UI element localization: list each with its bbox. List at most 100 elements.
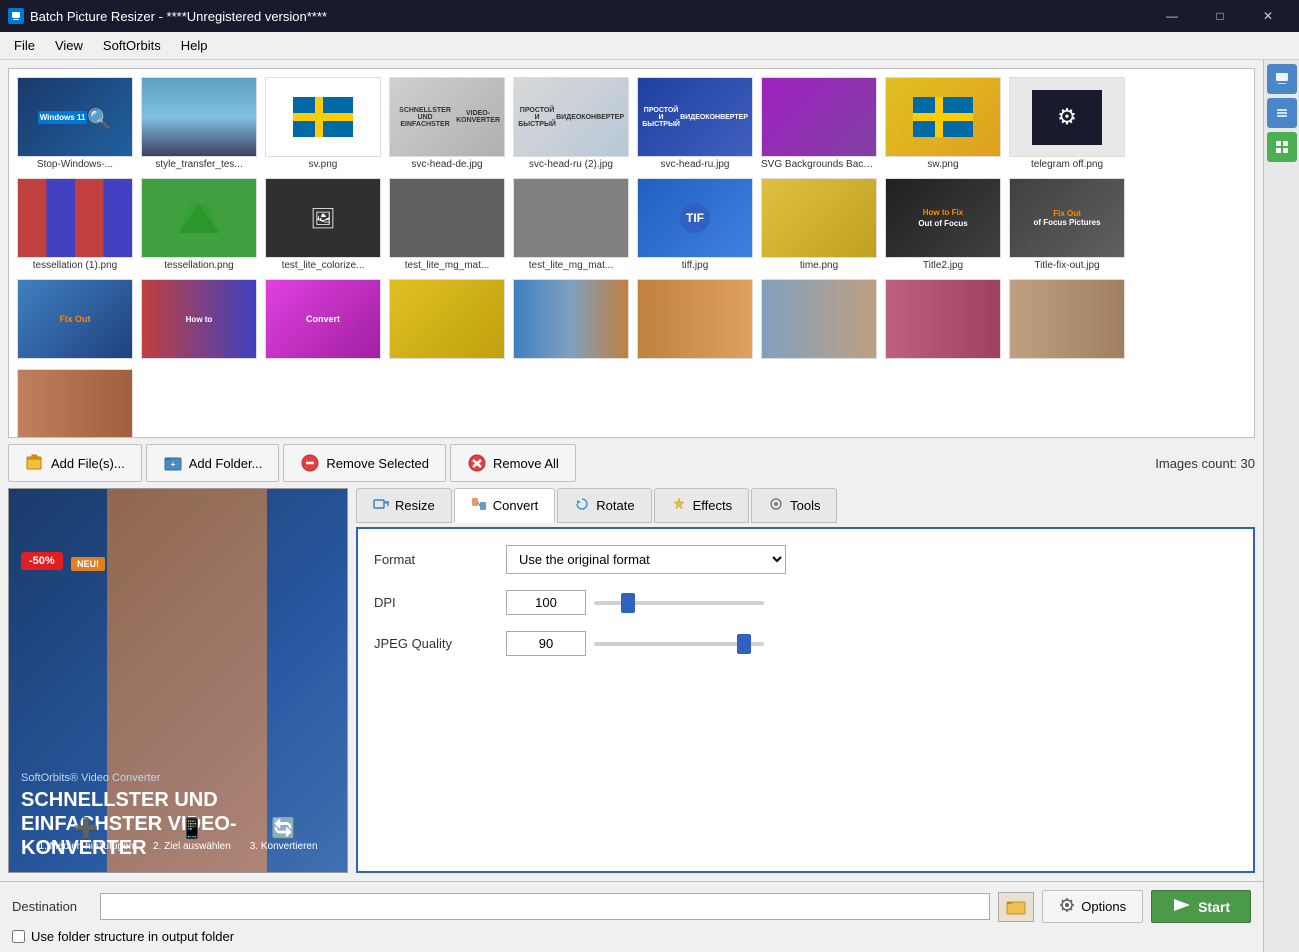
tab-resize[interactable]: Resize — [356, 488, 452, 523]
destination-browse-button[interactable] — [998, 892, 1034, 922]
images-count: Images count: 30 — [1155, 456, 1255, 471]
thumbnail — [1009, 279, 1125, 359]
list-item[interactable]: sw.png — [883, 75, 1003, 172]
list-item[interactable]: style_transfer_tes... — [139, 75, 259, 172]
jpeg-quality-slider-track[interactable] — [594, 634, 764, 654]
thumbnail — [885, 77, 1001, 157]
close-button[interactable]: ✕ — [1245, 0, 1291, 32]
format-select[interactable]: Use the original format JPEG PNG BMP TIF… — [506, 545, 786, 574]
tab-convert[interactable]: Convert — [454, 488, 556, 523]
list-item[interactable]: How to — [139, 277, 259, 363]
list-item[interactable]: test_lite_mg_mat... — [511, 176, 631, 273]
list-item[interactable]: test_lite_mg_mat... — [387, 176, 507, 273]
jpeg-quality-slider-thumb[interactable] — [737, 634, 751, 654]
preview-logo: SoftOrbits® Video Converter — [21, 772, 335, 784]
list-item[interactable] — [635, 277, 755, 363]
list-item[interactable]: Windows 11 🔍 Stop-Windows-... — [15, 75, 135, 172]
start-button[interactable]: Start — [1151, 890, 1251, 923]
thumbnail — [513, 279, 629, 359]
tab-rotate-label: Rotate — [596, 498, 634, 513]
list-item[interactable]: Convert — [263, 277, 383, 363]
list-item[interactable]: sv.png — [263, 75, 383, 172]
grid-icon — [1274, 139, 1290, 155]
list-item[interactable]: How to Fix Out of Focus Title2.jpg — [883, 176, 1003, 273]
remove-all-icon — [467, 453, 487, 473]
list-item[interactable] — [511, 277, 631, 363]
list-item[interactable] — [387, 277, 507, 363]
jpeg-quality-input[interactable] — [506, 631, 586, 656]
list-item[interactable]: Fix Out — [15, 277, 135, 363]
menubar: File View SoftOrbits Help — [0, 32, 1299, 60]
options-button[interactable]: Options — [1042, 890, 1143, 923]
list-item[interactable] — [1007, 277, 1127, 363]
list-item[interactable] — [883, 277, 1003, 363]
thumbnail — [389, 279, 505, 359]
file-name: Title-fix-out.jpg — [1034, 260, 1099, 271]
add-files-button[interactable]: Add File(s)... — [8, 444, 142, 482]
format-row: Format Use the original format JPEG PNG … — [374, 545, 1237, 574]
thumbnail — [513, 178, 629, 258]
list-item[interactable]: tessellation (1).png — [15, 176, 135, 273]
menu-view[interactable]: View — [45, 34, 93, 57]
options-gear-icon — [1059, 897, 1075, 916]
dpi-slider-bg — [594, 601, 764, 605]
list-item[interactable] — [759, 277, 879, 363]
window-title: Batch Picture Resizer - ****Unregistered… — [30, 9, 1149, 24]
thumbnail: ПРОСТОЙ И БЫСТРЫЙ ВИДЕОКОНВЕРТЕР — [637, 77, 753, 157]
remove-selected-label: Remove Selected — [326, 456, 429, 471]
file-name: style_transfer_tes... — [155, 159, 242, 170]
list-item[interactable]: SCHNELLSTER UND EINFACHSTER VIDEO-KONVER… — [387, 75, 507, 172]
sidebar-profile-button[interactable] — [1267, 64, 1297, 94]
list-item[interactable]: TIF tiff.jpg — [635, 176, 755, 273]
add-folder-icon: + — [163, 453, 183, 473]
list-item[interactable]: tessellation.png — [139, 176, 259, 273]
preview-discount-badge: -50% — [21, 552, 63, 570]
preview-panel: -50% NEU! SoftOrbits® Video Converter SC… — [8, 488, 348, 873]
app-icon — [8, 8, 24, 24]
list-item[interactable]: Fix Out of Focus Pictures Title-fix-out.… — [1007, 176, 1127, 273]
thumbnail — [637, 279, 753, 359]
thumbnail: How to — [141, 279, 257, 359]
maximize-button[interactable]: □ — [1197, 0, 1243, 32]
sidebar-grid-button[interactable] — [1267, 132, 1297, 162]
dpi-control-wrapper — [506, 590, 1237, 615]
list-item[interactable]: ⚙ telegram off.png — [1007, 75, 1127, 172]
tab-effects[interactable]: Effects — [654, 488, 750, 523]
thumbnail — [141, 77, 257, 157]
list-item[interactable]: ПРОСТОЙ И БЫСТРЫЙ ВИДЕОКОНВЕРТЕР svc-hea… — [511, 75, 631, 172]
menu-softorbits[interactable]: SoftOrbits — [93, 34, 171, 57]
dpi-input[interactable] — [506, 590, 586, 615]
list-item[interactable]: SVG Backgrounds Background coll... — [759, 75, 879, 172]
remove-selected-button[interactable]: Remove Selected — [283, 444, 446, 482]
file-name: sw.png — [927, 159, 958, 170]
dpi-label: DPI — [374, 595, 494, 610]
list-item[interactable]: time.png — [759, 176, 879, 273]
tools-icon — [768, 496, 784, 515]
add-folder-label: Add Folder... — [189, 456, 263, 471]
sidebar-list-button[interactable] — [1267, 98, 1297, 128]
destination-input[interactable] — [100, 893, 990, 920]
tab-rotate[interactable]: Rotate — [557, 488, 651, 523]
dpi-slider-thumb[interactable] — [621, 593, 635, 613]
thumbnail: Fix Out of Focus Pictures — [1009, 178, 1125, 258]
add-folder-button[interactable]: + Add Folder... — [146, 444, 280, 482]
image-gallery[interactable]: Windows 11 🔍 Stop-Windows-... style_tran… — [8, 68, 1255, 438]
dpi-slider-track[interactable] — [594, 593, 764, 613]
file-toolbar: Add File(s)... + Add Folder... Remove Se… — [0, 438, 1263, 488]
thumbnail: SCHNELLSTER UND EINFACHSTER VIDEO-KONVER… — [389, 77, 505, 157]
jpeg-quality-slider-bg — [594, 642, 764, 646]
panel-area: -50% NEU! SoftOrbits® Video Converter SC… — [0, 488, 1263, 881]
thumbnail — [265, 77, 381, 157]
menu-help[interactable]: Help — [171, 34, 218, 57]
thumbnail — [141, 178, 257, 258]
tab-tools[interactable]: Tools — [751, 488, 837, 523]
remove-all-button[interactable]: Remove All — [450, 444, 576, 482]
list-item[interactable]: ПРОСТОЙ И БЫСТРЫЙ ВИДЕОКОНВЕРТЕР svc-hea… — [635, 75, 755, 172]
list-item[interactable] — [15, 367, 135, 438]
folder-structure-checkbox[interactable] — [12, 930, 25, 943]
file-name: svc-head-de.jpg — [411, 159, 482, 170]
minimize-button[interactable]: — — [1149, 0, 1195, 32]
list-item[interactable]: 🖼 test_lite_colorize... — [263, 176, 383, 273]
menu-file[interactable]: File — [4, 34, 45, 57]
start-label: Start — [1198, 899, 1230, 915]
